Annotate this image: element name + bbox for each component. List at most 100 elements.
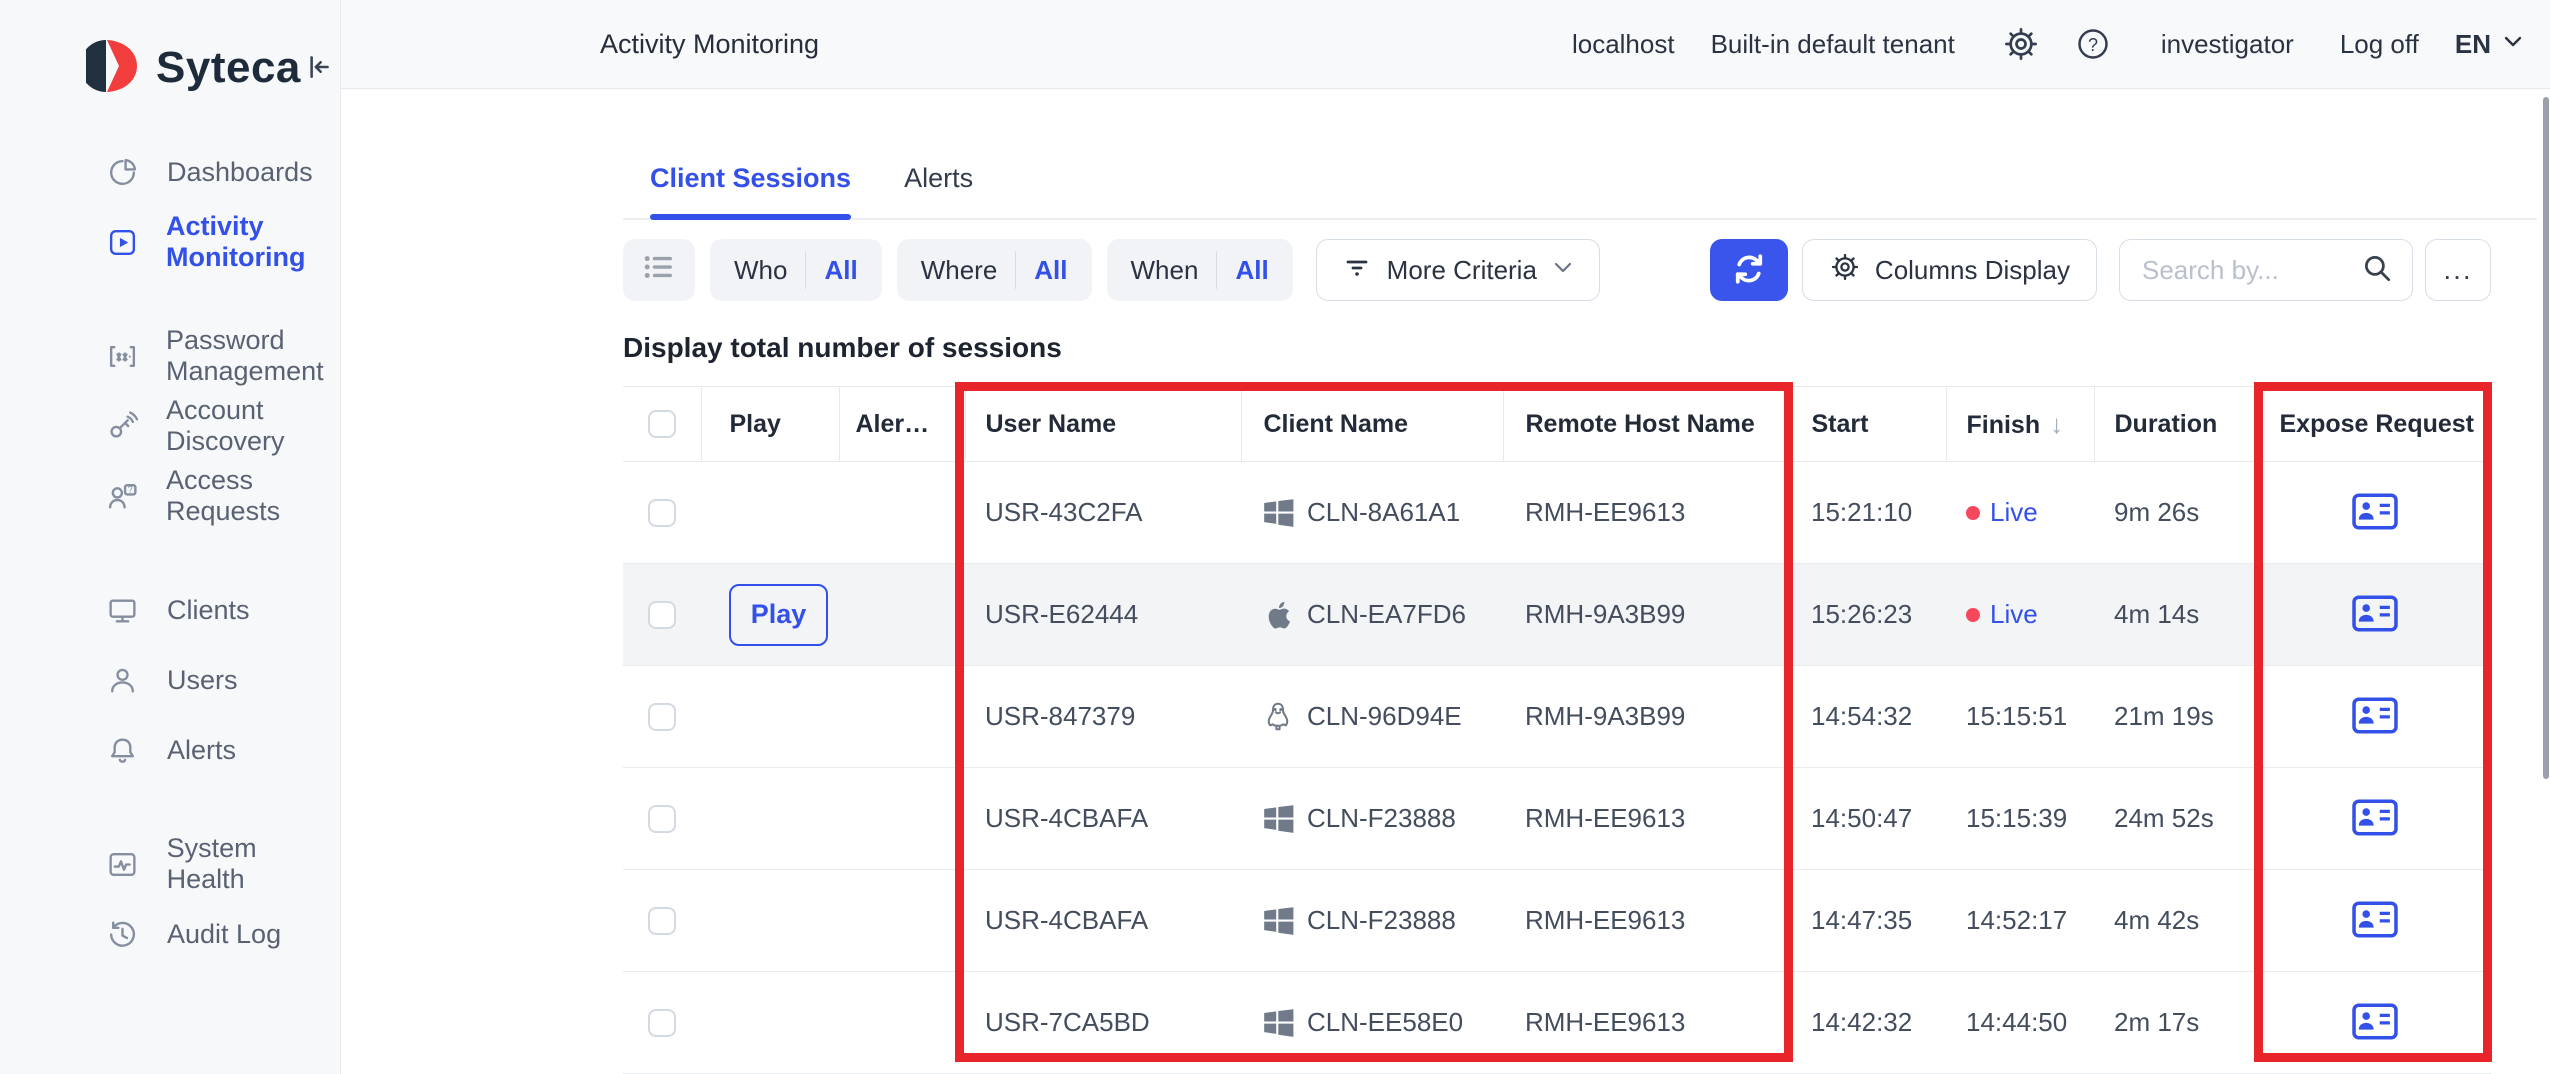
row-checkbox[interactable] [648,703,676,731]
brand-name: Syteca [156,43,301,93]
help-icon[interactable]: ? [2075,26,2111,62]
os-windows-icon [1261,904,1295,938]
expose-request-button[interactable] [2352,697,2398,737]
sidebar-item-audit-log[interactable]: Audit Log [0,899,340,969]
search-input[interactable] [2142,255,2360,286]
tab-alerts[interactable]: Alerts [904,163,973,218]
client-name-text: CLN-F23888 [1307,905,1456,936]
start-time-text: 14:47:35 [1811,905,1912,935]
expose-request-button[interactable] [2352,1003,2398,1043]
language-selector[interactable]: EN [2455,29,2525,60]
list-view-button[interactable] [623,239,695,301]
more-actions-button[interactable]: ... [2425,239,2491,301]
search-box [2119,239,2413,301]
row-checkbox[interactable] [648,805,676,833]
header-alerts[interactable]: Aler… [839,387,965,462]
tab-client-sessions[interactable]: Client Sessions [650,163,851,218]
expose-request-button[interactable] [2352,799,2398,839]
svg-text:?: ? [2088,35,2098,55]
session-row[interactable]: USR-4CBAFA CLN-F23888 RMH-EE9613 14:50:4… [623,768,2491,870]
duration-text: 21m 19s [2114,701,2214,731]
key-signal-icon [106,409,139,443]
duration-text: 2m 17s [2114,1007,2199,1037]
table-header-row: Play Aler… User Name Client Name Remote … [623,387,2491,462]
header-finish[interactable]: Finish↓ [1946,387,2094,462]
duration-text: 24m 52s [2114,803,2214,833]
finish-live-text[interactable]: Live [1990,599,2038,630]
play-square-icon [106,225,139,259]
play-button[interactable]: Play [729,584,828,646]
user-icon [106,663,140,697]
header-user-name[interactable]: User Name [965,387,1241,462]
session-row[interactable]: USR-7CA5BD CLN-EE58E0 RMH-EE9613 14:42:3… [623,972,2491,1074]
user-menu[interactable]: investigator [2161,29,2294,60]
filter-where-value: All [1034,255,1067,286]
vertical-scrollbar[interactable] [2543,97,2549,779]
filter-toolbar: Who All Where All When All [623,239,2491,301]
session-row[interactable]: USR-847379 CLN-96D94E RMH-9A3B99 14:54:3… [623,666,2491,768]
filter-where[interactable]: Where All [897,239,1092,301]
remote-host-text: RMH-9A3B99 [1525,701,1685,731]
sidebar-item-access-requests[interactable]: ?Access Requests [0,461,340,531]
finish-live-text[interactable]: Live [1990,497,2038,528]
sort-descending-icon[interactable]: ↓ [2050,409,2063,439]
row-checkbox[interactable] [648,907,676,935]
sidebar-item-alerts[interactable]: Alerts [0,715,340,785]
syteca-logo[interactable]: Syteca [86,39,301,98]
session-row[interactable]: USR-43C2FA CLN-8A61A1 RMH-EE9613 15:21:1… [623,462,2491,564]
svg-text:?: ? [128,484,133,494]
expose-request-button[interactable] [2352,595,2398,635]
filter-when[interactable]: When All [1107,239,1293,301]
os-windows-icon [1261,802,1295,836]
row-checkbox[interactable] [648,1009,676,1037]
header-duration[interactable]: Duration [2094,387,2259,462]
remote-host-text: RMH-EE9613 [1525,905,1685,935]
sidebar-item-label: Alerts [167,735,236,766]
list-icon [641,249,677,292]
ellipsis-label: ... [2443,254,2472,286]
sidebar-collapse-icon[interactable] [301,50,335,87]
client-name-text: CLN-8A61A1 [1307,497,1460,528]
sessions-table: Play Aler… User Name Client Name Remote … [623,386,2491,1074]
divider [805,251,806,289]
tenant-selector[interactable]: Built-in default tenant [1711,29,1955,60]
monitor-icon [106,593,140,627]
row-checkbox[interactable] [648,601,676,629]
search-icon[interactable] [2360,251,2394,290]
finish-time-text: 15:15:39 [1946,803,2094,834]
user-name-text: USR-43C2FA [985,497,1143,527]
sidebar-item-dashboards[interactable]: Dashboards [0,137,340,207]
logoff-link[interactable]: Log off [2340,29,2419,60]
filter-who[interactable]: Who All [710,239,882,301]
client-name-text: CLN-EA7FD6 [1307,599,1466,630]
row-checkbox[interactable] [648,499,676,527]
sidebar-item-users[interactable]: Users [0,645,340,715]
sidebar-item-account-discovery[interactable]: Account Discovery [0,391,340,461]
user-question-icon: ? [106,479,139,513]
sidebar-item-password-management[interactable]: Password Management [0,321,340,391]
header-start[interactable]: Start [1791,387,1946,462]
expose-request-button[interactable] [2352,901,2398,941]
select-all-checkbox[interactable] [648,410,676,438]
start-time-text: 15:26:23 [1811,599,1912,629]
refresh-button[interactable] [1710,239,1788,301]
header-client-name[interactable]: Client Name [1241,387,1503,462]
expose-request-button[interactable] [2352,493,2398,533]
session-row[interactable]: USR-4CBAFA CLN-F23888 RMH-EE9613 14:47:3… [623,870,2491,972]
session-row[interactable]: Play USR-E62444 CLN-EA7FD6 RMH-9A3B99 15… [623,564,2491,666]
display-total-sessions-link[interactable]: Display total number of sessions [623,332,2491,364]
gear-icon [1829,251,1861,290]
sidebar-item-activity-monitoring[interactable]: Activity Monitoring [0,207,340,277]
sidebar-item-system-health[interactable]: System Health [0,829,340,899]
more-criteria-label: More Criteria [1387,255,1537,286]
columns-display-button[interactable]: Columns Display [1802,239,2097,301]
header-expose-request[interactable]: Expose Request [2259,387,2491,462]
filter-where-label: Where [921,255,998,286]
sidebar-item-clients[interactable]: Clients [0,575,340,645]
header-play[interactable]: Play [701,387,839,462]
user-name-text: USR-847379 [985,701,1135,731]
header-remote-host-name[interactable]: Remote Host Name [1503,387,1791,462]
filter-when-value: All [1235,255,1268,286]
more-criteria-button[interactable]: More Criteria [1316,239,1600,301]
settings-gear-icon[interactable] [2003,26,2039,62]
